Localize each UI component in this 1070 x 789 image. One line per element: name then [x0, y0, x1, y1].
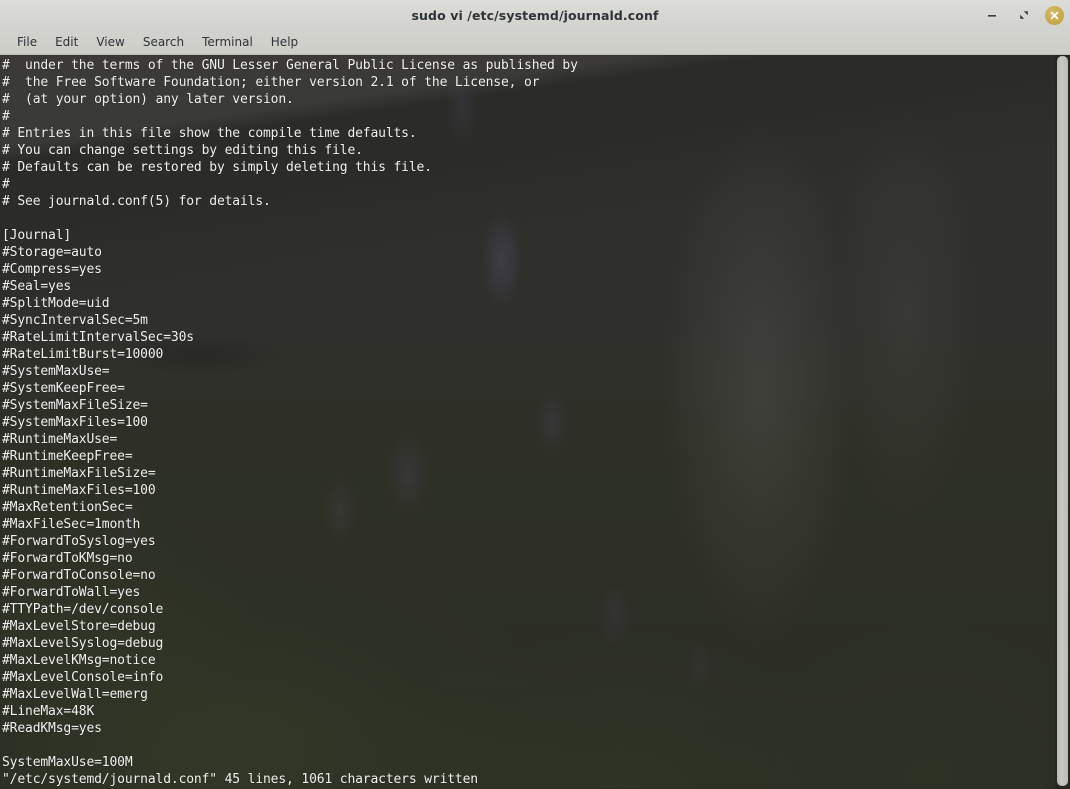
maximize-button[interactable]	[1013, 4, 1035, 26]
scrollbar-thumb[interactable]	[1057, 56, 1068, 786]
terminal-line: #MaxLevelWall=emerg	[2, 687, 148, 702]
terminal-line: [Journal]	[2, 228, 72, 243]
terminal-line: #SyncIntervalSec=5m	[2, 313, 148, 328]
terminal-line: #RuntimeKeepFree=	[2, 449, 133, 464]
terminal-line: #RuntimeMaxFiles=100	[2, 483, 156, 498]
terminal-line: #Seal=yes	[2, 279, 72, 294]
terminal-line: #MaxLevelConsole=info	[2, 670, 164, 685]
terminal-line: #MaxRetentionSec=	[2, 500, 133, 515]
window-controls	[981, 0, 1064, 30]
terminal-line: #MaxLevelKMsg=notice	[2, 653, 156, 668]
terminal-line: #ForwardToWall=yes	[2, 585, 141, 600]
terminal-line: #ForwardToKMsg=no	[2, 551, 133, 566]
terminal-line: #SystemMaxFileSize=	[2, 398, 148, 413]
terminal-line: #LineMax=48K	[2, 704, 95, 719]
terminal-line: #	[2, 109, 10, 124]
terminal-line: #SystemMaxUse=	[2, 364, 110, 379]
minimize-icon	[988, 15, 996, 17]
window-title: sudo vi /etc/systemd/journald.conf	[411, 7, 659, 23]
terminal-line: #SplitMode=uid	[2, 296, 110, 311]
menu-item-help[interactable]: Help	[262, 32, 307, 52]
terminal-line: #MaxLevelSyslog=debug	[2, 636, 164, 651]
terminal-content-area[interactable]: # under the terms of the GNU Lesser Gene…	[0, 55, 1070, 789]
terminal-line: #Compress=yes	[2, 262, 102, 277]
terminal-line: #ForwardToSyslog=yes	[2, 534, 156, 549]
terminal-line: # (at your option) any later version.	[2, 92, 294, 107]
menu-item-search[interactable]: Search	[134, 32, 193, 52]
terminal-line: #SystemMaxFiles=100	[2, 415, 148, 430]
menu-bar: File Edit View Search Terminal Help	[0, 30, 1070, 55]
terminal-line: #ForwardToConsole=no	[2, 568, 156, 583]
menu-item-view[interactable]: View	[87, 32, 133, 52]
close-button[interactable]	[1045, 5, 1064, 25]
menu-item-terminal[interactable]: Terminal	[193, 32, 262, 52]
terminal-line: #TTYPath=/dev/console	[2, 602, 164, 617]
terminal-line: #RateLimitBurst=10000	[2, 347, 164, 362]
terminal-line: #MaxFileSec=1month	[2, 517, 141, 532]
terminal-line: #RateLimitIntervalSec=30s	[2, 330, 194, 345]
terminal-line: # Defaults can be restored by simply del…	[2, 160, 432, 175]
terminal-line: #	[2, 177, 10, 192]
terminal-line: #SystemKeepFree=	[2, 381, 125, 396]
terminal-line: # Entries in this file show the compile …	[2, 126, 417, 141]
terminal-text-buffer: # under the terms of the GNU Lesser Gene…	[0, 55, 578, 788]
terminal-line: #RuntimeMaxUse=	[2, 432, 118, 447]
terminal-line: #ReadKMsg=yes	[2, 721, 102, 736]
close-icon	[1050, 11, 1059, 19]
title-bar[interactable]: sudo vi /etc/systemd/journald.conf	[0, 0, 1070, 30]
terminal-line: "/etc/systemd/journald.conf" 45 lines, 1…	[2, 772, 478, 787]
terminal-line: # under the terms of the GNU Lesser Gene…	[2, 58, 578, 73]
terminal-line: #Storage=auto	[2, 245, 102, 260]
terminal-line: # See journald.conf(5) for details.	[2, 194, 271, 209]
terminal-line: # You can change settings by editing thi…	[2, 143, 363, 158]
scrollbar-track[interactable]	[1055, 55, 1070, 789]
maximize-icon	[1020, 11, 1028, 19]
terminal-window: sudo vi /etc/systemd/journald.conf File …	[0, 0, 1070, 789]
terminal-line: # the Free Software Foundation; either v…	[2, 75, 540, 90]
terminal-line: #RuntimeMaxFileSize=	[2, 466, 156, 481]
terminal-line: #MaxLevelStore=debug	[2, 619, 156, 634]
terminal-line: SystemMaxUse=100M	[2, 755, 133, 770]
menu-item-edit[interactable]: Edit	[46, 32, 87, 52]
menu-item-file[interactable]: File	[8, 32, 46, 52]
minimize-button[interactable]	[981, 4, 1003, 26]
